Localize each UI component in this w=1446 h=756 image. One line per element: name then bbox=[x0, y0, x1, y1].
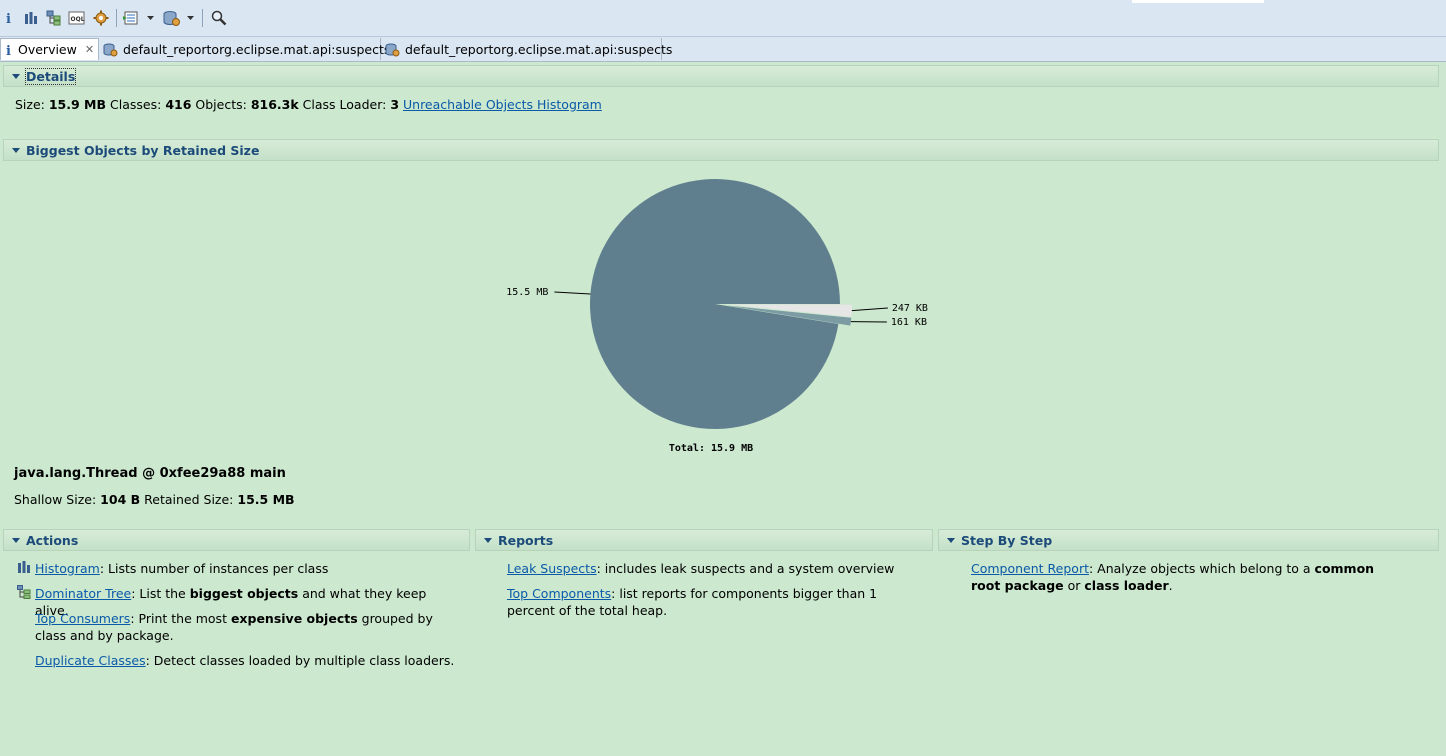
details-section-header[interactable]: Details bbox=[3, 65, 1439, 87]
pie-label-0: 15.5 MB bbox=[506, 287, 548, 298]
query-browser-icon[interactable] bbox=[122, 9, 140, 27]
histogram-icon[interactable] bbox=[23, 9, 39, 27]
step-by-step-title: Step By Step bbox=[961, 532, 1053, 548]
tab-overview[interactable]: i Overview ✕ bbox=[0, 38, 99, 60]
info-icon[interactable]: i bbox=[3, 9, 15, 27]
total-label: Total: 15.9 MB bbox=[669, 443, 753, 454]
duplicate-classes-link[interactable]: Duplicate Classes bbox=[35, 653, 146, 668]
dominator-tree-icon bbox=[17, 585, 31, 599]
toolbar-separator bbox=[116, 9, 117, 27]
toolbar-top-strip bbox=[1132, 0, 1264, 3]
tab-default-report-1[interactable]: default_report org.eclipse.mat.api:suspec… bbox=[99, 38, 390, 60]
pie-chart[interactable]: 15.5 MB 247 KB 161 KB Total: 15.9 MB bbox=[490, 172, 950, 472]
chevron-down-icon bbox=[12, 147, 20, 153]
classloader-value: 3 bbox=[390, 97, 400, 112]
step-by-step-section-header[interactable]: Step By Step bbox=[938, 529, 1439, 551]
retained-size-value: 15.5 MB bbox=[237, 492, 295, 507]
biggest-objects-title: Biggest Objects by Retained Size bbox=[26, 142, 260, 158]
action-histogram: Histogram: Lists number of instances per… bbox=[35, 561, 329, 576]
top-components-link[interactable]: Top Components bbox=[507, 586, 611, 601]
dropdown-arrow-icon[interactable] bbox=[146, 9, 156, 27]
chevron-down-icon bbox=[12, 537, 20, 543]
top-consumers-link[interactable]: Top Consumers bbox=[35, 611, 130, 626]
objects-value: 816.3k bbox=[250, 97, 299, 112]
tab-sublabel: org.eclipse.mat.api:suspects bbox=[493, 41, 673, 57]
svg-text:OQL: OQL bbox=[71, 16, 85, 23]
classes-value: 416 bbox=[165, 97, 192, 112]
info-icon: i bbox=[5, 42, 13, 57]
settings-gear-icon[interactable] bbox=[92, 9, 110, 27]
details-line: Size: 15.9 MB Classes: 416 Objects: 816.… bbox=[15, 97, 602, 112]
reports-section-header[interactable]: Reports bbox=[475, 529, 933, 551]
report-top-components: Top Components: list reports for compone… bbox=[507, 586, 878, 618]
overview-content: Details Size: 15.9 MB Classes: 416 Objec… bbox=[0, 62, 1446, 756]
actions-section-header[interactable]: Actions bbox=[3, 529, 470, 551]
editor-tab-bar: i Overview ✕ default_report org.eclipse.m… bbox=[0, 37, 1446, 62]
tab-label: default_report bbox=[405, 41, 494, 57]
histogram-icon bbox=[17, 560, 31, 574]
leak-suspects-link[interactable]: Leak Suspects bbox=[507, 561, 597, 576]
tab-default-report-2[interactable]: default_report org.eclipse.mat.api:suspec… bbox=[381, 38, 672, 60]
oql-icon[interactable]: OQL bbox=[68, 9, 86, 27]
toolbar-separator bbox=[202, 9, 203, 27]
pie-label-1: 247 KB bbox=[892, 303, 928, 314]
pie-label-2: 161 KB bbox=[891, 317, 927, 328]
actions-title: Actions bbox=[26, 532, 79, 548]
chevron-down-icon bbox=[947, 537, 955, 543]
action-top-consumers: Top Consumers: Print the most expensive … bbox=[35, 611, 433, 643]
svg-text:i: i bbox=[6, 12, 11, 25]
step-component-report: Component Report: Analyze objects which … bbox=[971, 561, 1375, 593]
object-sizes: Shallow Size: 104 B Retained Size: 15.5 … bbox=[14, 492, 295, 507]
pie-leader-1 bbox=[851, 307, 888, 312]
object-name[interactable]: java.lang.Thread @ 0xfee29a88 main bbox=[14, 466, 286, 481]
dropdown-arrow-icon[interactable] bbox=[186, 9, 196, 27]
dominator-tree-link[interactable]: Dominator Tree bbox=[35, 586, 131, 601]
size-value: 15.9 MB bbox=[48, 97, 107, 112]
vertical-scrollbar[interactable] bbox=[1440, 62, 1446, 756]
report-icon bbox=[385, 42, 400, 57]
svg-text:i: i bbox=[6, 44, 11, 56]
search-icon[interactable] bbox=[210, 9, 228, 27]
tab-label: Overview bbox=[18, 42, 77, 57]
close-icon[interactable]: ✕ bbox=[85, 43, 94, 56]
toolbar: i OQL bbox=[0, 0, 1446, 37]
pie-slice-0[interactable] bbox=[590, 178, 840, 429]
tab-label: default_report bbox=[123, 41, 212, 57]
histogram-link[interactable]: Histogram bbox=[35, 561, 100, 576]
action-duplicate-classes: Duplicate Classes: Detect classes loaded… bbox=[35, 653, 455, 668]
component-report-link[interactable]: Component Report bbox=[971, 561, 1089, 576]
reports-title: Reports bbox=[498, 532, 554, 548]
tab-sublabel: org.eclipse.mat.api:suspects bbox=[211, 41, 391, 57]
report-icon bbox=[103, 42, 118, 57]
biggest-objects-section-header[interactable]: Biggest Objects by Retained Size bbox=[3, 139, 1439, 161]
chevron-down-icon bbox=[484, 537, 492, 543]
dominator-tree-icon[interactable] bbox=[46, 9, 62, 27]
unreachable-objects-histogram-link[interactable]: Unreachable Objects Histogram bbox=[403, 97, 602, 112]
heap-dump-icon[interactable] bbox=[162, 9, 182, 27]
report-leak-suspects: Leak Suspects: includes leak suspects an… bbox=[507, 561, 895, 576]
details-title: Details bbox=[24, 67, 77, 85]
shallow-size-value: 104 B bbox=[100, 492, 141, 507]
chevron-down-icon bbox=[12, 73, 20, 79]
pie-leader-0 bbox=[554, 291, 591, 295]
